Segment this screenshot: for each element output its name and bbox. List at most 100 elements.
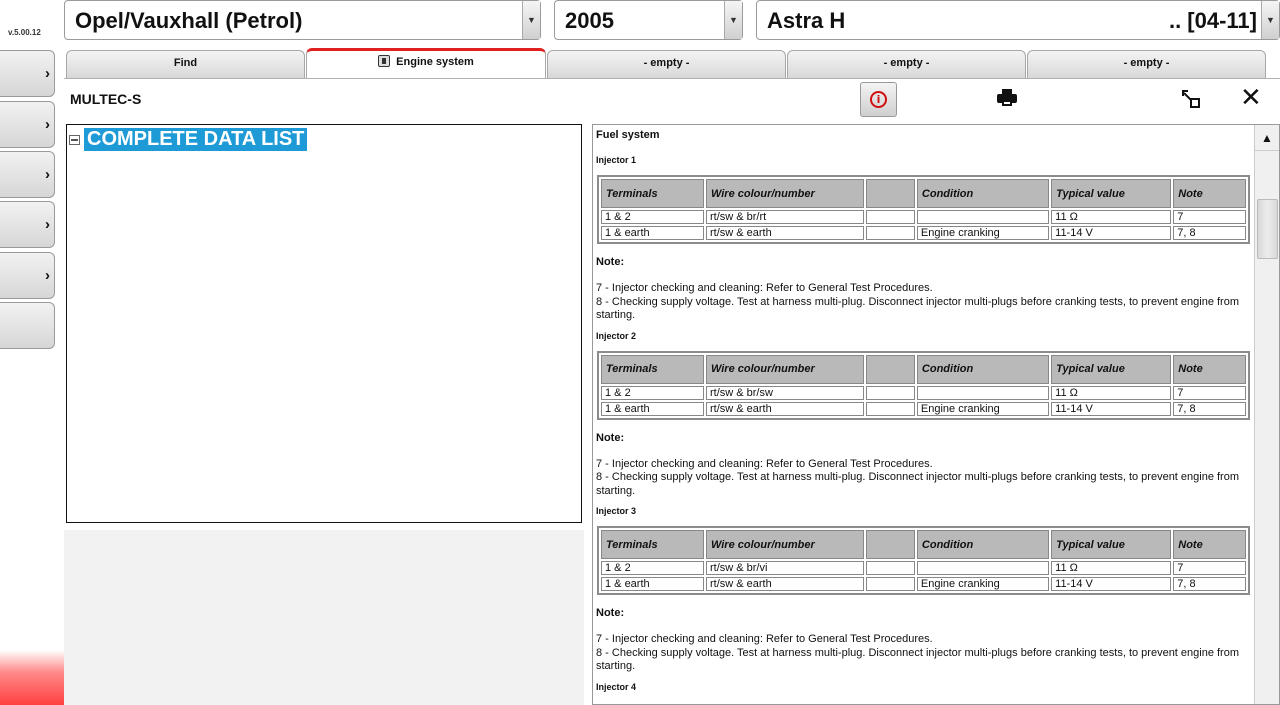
dropdown-arrow-icon[interactable]: ▼ bbox=[522, 1, 540, 39]
year-value: 2005 bbox=[565, 8, 614, 33]
scroll-thumb[interactable] bbox=[1257, 199, 1278, 259]
injector-title: Injector 4 bbox=[596, 681, 637, 692]
table-cell: 11-14 V bbox=[1051, 401, 1172, 416]
expand-icon[interactable] bbox=[1182, 90, 1200, 108]
column-header: Terminals bbox=[601, 530, 704, 559]
table-cell: rt/sw & earth bbox=[705, 577, 865, 591]
note-line: 7 - Injector checking and cleaning: Refe… bbox=[596, 633, 933, 645]
table-cell bbox=[866, 210, 915, 224]
rail-button-5[interactable]: › bbox=[0, 252, 55, 299]
rail-button-3[interactable]: › bbox=[0, 151, 55, 198]
table-header-row: Terminals Wire colour/number Condition Typi… bbox=[601, 530, 1246, 559]
model-value: Astra H bbox=[767, 8, 846, 33]
injector-table: Terminals Wire colour/number Condition Typi… bbox=[597, 175, 1250, 244]
note-text: 7 - Injector checking and cleaning: Refe… bbox=[596, 458, 1251, 499]
table-cell bbox=[866, 226, 915, 240]
table-cell: 1 & 2 bbox=[601, 561, 704, 575]
rail-button-4[interactable]: › bbox=[0, 201, 55, 248]
dropdown-arrow-icon[interactable]: ▼ bbox=[724, 1, 742, 39]
table-cell: 11 Ω bbox=[1051, 385, 1172, 400]
table-cell: 1 & earth bbox=[601, 577, 704, 591]
table-cell: 11-14 V bbox=[1051, 226, 1172, 240]
tree-node-root[interactable]: COMPLETE DATA LIST bbox=[69, 128, 308, 151]
table-cell bbox=[866, 561, 915, 575]
table-header-row: Terminals Wire colour/number Condition Typi… bbox=[601, 354, 1246, 384]
module-title: MULTEC-S bbox=[70, 91, 142, 107]
dropdown-arrow-icon[interactable]: ▼ bbox=[1261, 1, 1279, 39]
chevron-right-icon: › bbox=[45, 267, 50, 284]
column-header bbox=[866, 354, 915, 384]
close-icon[interactable]: ✕ bbox=[1240, 85, 1262, 111]
print-icon[interactable] bbox=[997, 89, 1017, 107]
column-header bbox=[866, 530, 915, 559]
table-row: 1 & earth rt/sw & earth Engine cranking 11-… bbox=[601, 401, 1246, 416]
tab-empty-2[interactable]: - empty - bbox=[787, 50, 1026, 78]
scroll-up-icon[interactable]: ▲ bbox=[1255, 125, 1279, 151]
table-cell: 7, 8 bbox=[1173, 226, 1246, 240]
document-body: Fuel system Injector 1 Terminals Wire colo… bbox=[596, 129, 1251, 702]
column-header: Wire colour/number bbox=[705, 179, 865, 208]
column-header: Note bbox=[1173, 530, 1246, 559]
note-line: 8 - Checking supply voltage. Test at har… bbox=[596, 295, 1240, 322]
tab-engine-system[interactable]: Engine system bbox=[306, 48, 546, 78]
table-cell: rt/sw & br/sw bbox=[705, 385, 865, 400]
table-cell: 1 & 2 bbox=[601, 210, 704, 224]
table-cell: 11 Ω bbox=[1051, 210, 1172, 224]
note-heading: Note: bbox=[596, 431, 625, 444]
column-header: Note bbox=[1173, 179, 1246, 208]
note-line: 7 - Injector checking and cleaning: Refe… bbox=[596, 457, 933, 470]
app-window: v.5.00.12 › › › › › Opel/Vauxhall (Petro… bbox=[0, 0, 1280, 705]
table-cell bbox=[916, 210, 1050, 224]
document-pane: Fuel system Injector 1 Terminals Wire colo… bbox=[592, 124, 1280, 705]
column-header: Typical value bbox=[1051, 179, 1172, 208]
column-header: Condition bbox=[916, 354, 1050, 384]
table-cell: 7 bbox=[1173, 385, 1246, 400]
column-header: Terminals bbox=[601, 179, 704, 208]
table-cell: rt/sw & br/rt bbox=[705, 210, 865, 224]
table-header-row: Terminals Wire colour/number Condition Typi… bbox=[601, 179, 1246, 208]
table-cell bbox=[916, 385, 1050, 400]
table-cell: Engine cranking bbox=[916, 577, 1050, 591]
make-select[interactable]: Opel/Vauxhall (Petrol) ▼ bbox=[64, 0, 541, 40]
table-cell: 1 & earth bbox=[601, 401, 704, 416]
column-header: Condition bbox=[916, 530, 1050, 559]
note-heading: Note: bbox=[596, 607, 625, 619]
tree-node-label[interactable]: COMPLETE DATA LIST bbox=[84, 128, 308, 151]
rail-button-6[interactable] bbox=[0, 302, 55, 349]
table-row: 1 & 2 rt/sw & br/rt 11 Ω7 bbox=[601, 210, 1246, 224]
table-cell bbox=[866, 385, 915, 400]
tab-divider bbox=[64, 78, 1280, 79]
table-cell: 1 & earth bbox=[601, 226, 704, 240]
tab-find[interactable]: Find bbox=[66, 50, 305, 78]
model-range-value: .. [04-11] bbox=[1168, 8, 1257, 33]
table-row: 1 & 2 rt/sw & br/sw 11 Ω7 bbox=[601, 385, 1246, 400]
table-cell bbox=[866, 401, 915, 416]
collapse-icon[interactable] bbox=[69, 134, 80, 145]
table-cell: rt/sw & earth bbox=[705, 401, 865, 416]
make-value: Opel/Vauxhall (Petrol) bbox=[75, 8, 303, 33]
note-heading: Note: bbox=[596, 256, 625, 268]
tab-empty-1[interactable]: - empty - bbox=[547, 50, 786, 78]
model-select[interactable]: Astra H .. [04-11] ▼ bbox=[756, 0, 1280, 40]
scrollbar[interactable]: ▲ bbox=[1254, 125, 1279, 704]
rail-button-2[interactable]: › bbox=[0, 101, 55, 148]
info-button[interactable]: i bbox=[860, 82, 897, 117]
injector-title: Injector 1 bbox=[596, 155, 637, 165]
tab-empty-3[interactable]: - empty - bbox=[1027, 50, 1266, 78]
table-row: 1 & earth rt/sw & earth Engine cranking 11-… bbox=[601, 226, 1246, 240]
rail-button-1[interactable]: › bbox=[0, 50, 55, 97]
table-cell: 1 & 2 bbox=[601, 385, 704, 400]
chevron-right-icon: › bbox=[45, 216, 50, 233]
column-header: Typical value bbox=[1051, 530, 1172, 559]
lower-panel bbox=[64, 530, 584, 705]
note-line: 7 - Injector checking and cleaning: Refe… bbox=[596, 282, 933, 294]
year-select[interactable]: 2005 ▼ bbox=[554, 0, 743, 40]
column-header: Wire colour/number bbox=[705, 530, 865, 559]
info-icon: i bbox=[870, 91, 887, 108]
note-text: 7 - Injector checking and cleaning: Refe… bbox=[596, 282, 1251, 323]
table-cell: 7 bbox=[1173, 561, 1246, 575]
chevron-right-icon: › bbox=[45, 65, 50, 82]
chevron-right-icon: › bbox=[45, 116, 50, 133]
engine-document-icon bbox=[378, 55, 391, 67]
note-line: 8 - Checking supply voltage. Test at har… bbox=[596, 646, 1240, 673]
